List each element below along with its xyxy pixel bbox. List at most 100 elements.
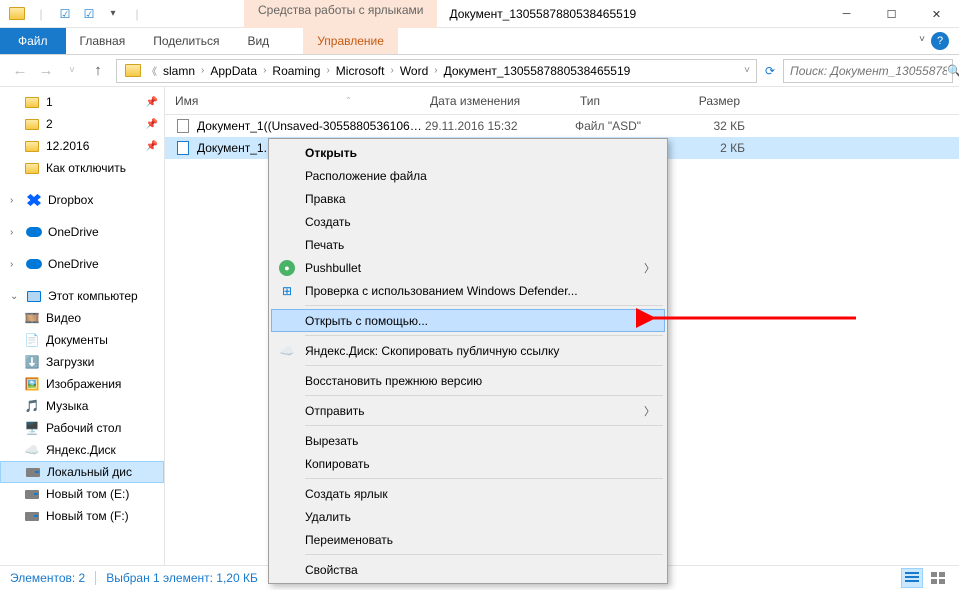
chevron-right-icon: 〉: [644, 260, 655, 276]
window-title: Документ_1305587880538465519: [449, 7, 636, 21]
bc-item[interactable]: Документ_1305587880538465519: [440, 64, 635, 78]
maximize-button[interactable]: ☐: [869, 0, 914, 28]
drive-icon: [24, 486, 40, 502]
title-bar: | ☑ ☑ ▾ | Средства работы с ярлыками Док…: [0, 0, 959, 28]
search-icon[interactable]: 🔍: [947, 64, 959, 78]
close-button[interactable]: ✕: [914, 0, 959, 28]
search-input[interactable]: [790, 64, 947, 78]
sidebar-item-drive-f[interactable]: Новый том (F:): [0, 505, 164, 527]
cm-open[interactable]: Открыть: [271, 141, 665, 164]
up-button[interactable]: ↑: [88, 61, 108, 81]
cm-shortcut[interactable]: Создать ярлык: [271, 482, 665, 505]
cm-pushbullet[interactable]: ●Pushbullet〉: [271, 256, 665, 279]
context-menu: Открыть Расположение файла Правка Создат…: [268, 138, 668, 584]
sidebar-item-docs[interactable]: 📄Документы: [0, 329, 164, 351]
qa-dropdown[interactable]: ▾: [102, 3, 124, 25]
cm-location[interactable]: Расположение файла: [271, 164, 665, 187]
bc-sep[interactable]: 《: [145, 63, 159, 78]
search-box[interactable]: 🔍: [783, 59, 953, 83]
refresh-icon[interactable]: ⟳: [761, 64, 779, 78]
bc-item[interactable]: AppData: [206, 64, 261, 78]
bc-item[interactable]: slamn: [159, 64, 199, 78]
file-date: 29.11.2016 15:32: [425, 119, 575, 133]
cm-defender[interactable]: ⊞Проверка с использованием Windows Defen…: [271, 279, 665, 302]
sidebar-onedrive[interactable]: ›OneDrive: [0, 253, 164, 275]
tab-share[interactable]: Поделиться: [139, 28, 233, 54]
video-icon: 🎞️: [24, 310, 40, 326]
history-dropdown[interactable]: ˅: [62, 61, 82, 81]
cm-print[interactable]: Печать: [271, 233, 665, 256]
qa-checkbox1[interactable]: ☑: [54, 3, 76, 25]
cm-separator: [305, 425, 663, 426]
file-icon: [175, 118, 191, 134]
tab-manage[interactable]: Управление: [303, 28, 398, 54]
sort-indicator-icon: ˆ: [347, 96, 350, 106]
forward-button[interactable]: →: [36, 61, 56, 81]
docs-icon: 📄: [24, 332, 40, 348]
yadisk-icon: ☁️: [279, 343, 295, 359]
desktop-icon: 🖥️: [24, 420, 40, 436]
cm-edit[interactable]: Правка: [271, 187, 665, 210]
sidebar-onedrive[interactable]: ›OneDrive: [0, 221, 164, 243]
col-name[interactable]: Имяˆ: [165, 94, 420, 108]
cm-rename[interactable]: Переименовать: [271, 528, 665, 551]
file-type: Файл "ASD": [575, 119, 675, 133]
file-tab[interactable]: Файл: [0, 28, 66, 54]
nav-bar: ← → ˅ ↑ 《 slamn› AppData› Roaming› Micro…: [0, 55, 959, 87]
col-type[interactable]: Тип: [570, 94, 670, 108]
sidebar-item[interactable]: 1📌: [0, 91, 164, 113]
cm-delete[interactable]: Удалить: [271, 505, 665, 528]
view-large-icon[interactable]: [927, 568, 949, 588]
explorer-icon[interactable]: [6, 3, 28, 25]
sidebar-item-music[interactable]: 🎵Музыка: [0, 395, 164, 417]
breadcrumb[interactable]: 《 slamn› AppData› Roaming› Microsoft› Wo…: [116, 59, 757, 83]
bc-folder-icon[interactable]: [121, 64, 145, 77]
bc-item[interactable]: Word: [396, 64, 432, 78]
file-row[interactable]: Документ_1((Unsaved-305588053610638... 2…: [165, 115, 959, 137]
cm-yadisk[interactable]: ☁️Яндекс.Диск: Скопировать публичную ссы…: [271, 339, 665, 362]
cm-create[interactable]: Создать: [271, 210, 665, 233]
sidebar-item[interactable]: 12.2016📌: [0, 135, 164, 157]
quick-access-toolbar: | ☑ ☑ ▾ |: [0, 3, 154, 25]
sidebar-thispc[interactable]: ⌄Этот компьютер: [0, 285, 164, 307]
qa-checkbox2[interactable]: ☑: [78, 3, 100, 25]
cm-open-with[interactable]: Открыть с помощью...: [271, 309, 665, 332]
file-size: 32 КБ: [675, 119, 755, 133]
yadisk-icon: ☁️: [24, 442, 40, 458]
sidebar-item-localdisk[interactable]: Локальный дис: [0, 461, 164, 483]
back-button[interactable]: ←: [10, 61, 30, 81]
col-size[interactable]: Размер: [670, 94, 750, 108]
cm-restore[interactable]: Восстановить прежнюю версию: [271, 369, 665, 392]
status-count: Элементов: 2: [10, 571, 85, 585]
cm-send-to[interactable]: Отправить〉: [271, 399, 665, 422]
view-details-icon[interactable]: [901, 568, 923, 588]
defender-icon: ⊞: [279, 283, 295, 299]
shortcut-icon: [175, 140, 191, 156]
chevron-right-icon: 〉: [644, 403, 655, 419]
sidebar-item[interactable]: 2📌: [0, 113, 164, 135]
col-date[interactable]: Дата изменения: [420, 94, 570, 108]
column-headers: Имяˆ Дата изменения Тип Размер: [165, 87, 959, 115]
tab-home[interactable]: Главная: [66, 28, 140, 54]
sidebar-item-downloads[interactable]: ⬇️Загрузки: [0, 351, 164, 373]
cm-cut[interactable]: Вырезать: [271, 429, 665, 452]
bc-dropdown[interactable]: ˅: [742, 65, 752, 76]
cm-separator: [305, 305, 663, 306]
sidebar-item-video[interactable]: 🎞️Видео: [0, 307, 164, 329]
sidebar-item-desktop[interactable]: 🖥️Рабочий стол: [0, 417, 164, 439]
sidebar-dropbox[interactable]: ›Dropbox: [0, 189, 164, 211]
sidebar-item-drive-e[interactable]: Новый том (E:): [0, 483, 164, 505]
minimize-button[interactable]: ─: [824, 0, 869, 28]
bc-item[interactable]: Microsoft: [332, 64, 389, 78]
help-icon[interactable]: ?: [931, 32, 949, 50]
sidebar: 1📌 2📌 12.2016📌 Как отключить ›Dropbox ›O…: [0, 87, 165, 565]
sidebar-item-yadisk[interactable]: ☁️Яндекс.Диск: [0, 439, 164, 461]
sidebar-item[interactable]: Как отключить: [0, 157, 164, 179]
cm-copy[interactable]: Копировать: [271, 452, 665, 475]
sidebar-item-images[interactable]: 🖼️Изображения: [0, 373, 164, 395]
download-icon: ⬇️: [24, 354, 40, 370]
tab-view[interactable]: Вид: [233, 28, 283, 54]
ribbon-expand-icon[interactable]: ˅: [919, 34, 925, 45]
cm-properties[interactable]: Свойства: [271, 558, 665, 581]
bc-item[interactable]: Roaming: [268, 64, 324, 78]
